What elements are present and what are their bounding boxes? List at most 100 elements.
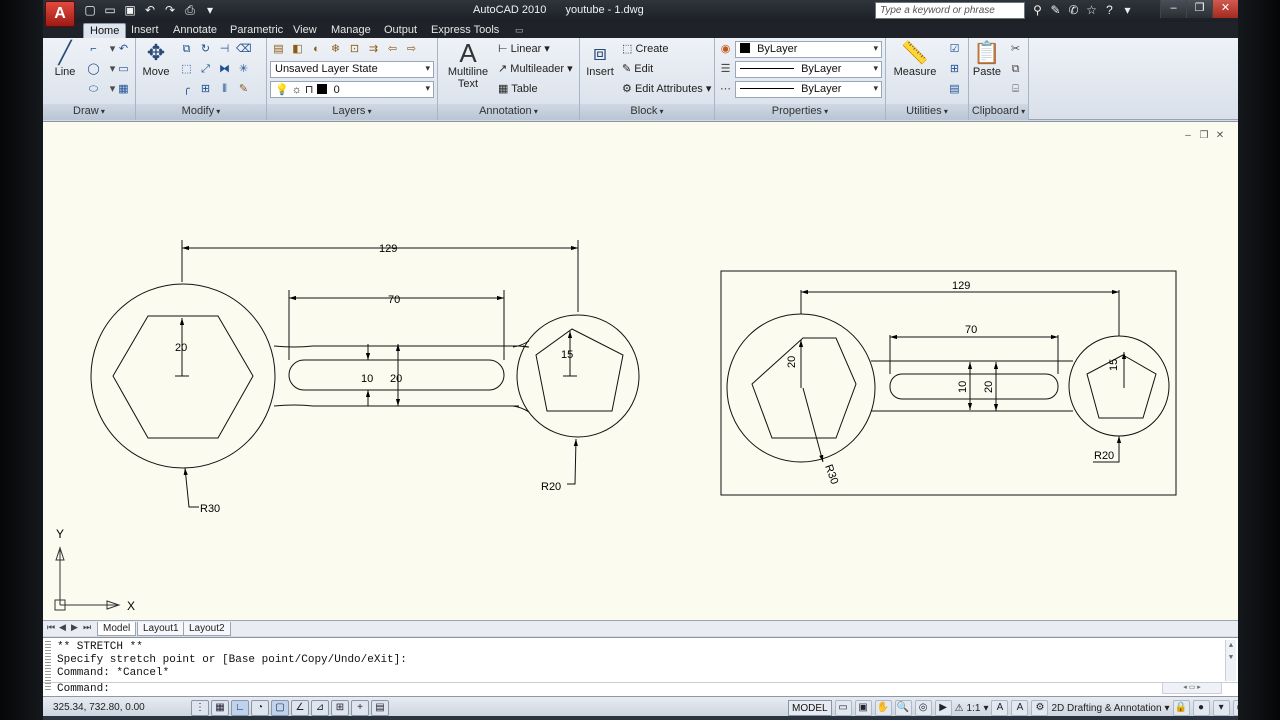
rectangle-icon[interactable]: ▭ — [115, 61, 132, 78]
isolate-objects-icon[interactable]: ● — [1192, 700, 1210, 716]
dynamic-ucs-icon[interactable]: ⊿ — [311, 700, 329, 716]
quick-view-layouts-icon[interactable]: ▭ — [834, 700, 852, 716]
select-all-icon[interactable]: ⊞ — [946, 61, 963, 78]
annotation-scale[interactable]: 1:1 — [967, 703, 981, 714]
help-search-input[interactable]: Type a keyword or phrase — [875, 2, 1025, 19]
new-file-icon[interactable]: ▢ — [81, 2, 99, 19]
fillet-icon[interactable]: ╭ — [178, 81, 195, 98]
first-tab-icon[interactable]: ⏮ — [47, 622, 55, 633]
tab-home[interactable]: Home — [83, 23, 127, 38]
scale-icon[interactable]: ⤢ — [197, 61, 214, 78]
zoom-icon[interactable]: 🔍 — [894, 700, 912, 716]
minimize-icon[interactable]: – — [1160, 0, 1186, 18]
edit-block-button[interactable]: ✎ Edit — [622, 62, 653, 75]
last-tab-icon[interactable]: ⏭ — [83, 622, 91, 633]
clipboard-panel-title[interactable]: Clipboard — [969, 104, 1028, 120]
ortho-mode-icon[interactable]: ∟ — [231, 700, 249, 716]
tab-insert[interactable]: Insert — [125, 23, 165, 38]
layer-off-icon[interactable]: ◐ — [308, 41, 325, 58]
color-select[interactable]: ByLayer — [735, 41, 882, 58]
table-button[interactable]: ▦ Table — [498, 82, 538, 95]
plot-icon[interactable]: ⎙ — [181, 2, 199, 19]
object-snap-icon[interactable]: ▢ — [271, 700, 289, 716]
line-button[interactable]: ╱ Line — [49, 40, 81, 78]
linetype-select[interactable]: ByLayer — [735, 81, 882, 98]
explode-icon[interactable]: ✳ — [235, 61, 252, 78]
help-dropdown-icon[interactable]: ▾ — [1119, 2, 1136, 19]
tab-output[interactable]: Output — [378, 23, 423, 38]
color-wheel-icon[interactable]: ◉ — [717, 41, 734, 58]
subscription-icon[interactable]: ✎ — [1047, 2, 1064, 19]
ribbon-minimize-icon[interactable]: ▭ — [509, 23, 530, 38]
multileader-button[interactable]: ↗ Multileader ▾ — [498, 62, 573, 75]
command-input-row[interactable]: Command: — [43, 682, 1238, 696]
layer-iso-icon[interactable]: ◧ — [289, 41, 306, 58]
properties-panel-title[interactable]: Properties — [715, 104, 885, 120]
layers-panel-title[interactable]: Layers — [267, 104, 437, 120]
measure-button[interactable]: 📏 Measure — [890, 40, 940, 78]
layer-lock-icon[interactable]: ⊡ — [346, 41, 363, 58]
current-layer-select[interactable]: 💡 ☼ ⊓ 0 — [270, 81, 434, 98]
draw-panel-title[interactable]: Draw — [43, 104, 135, 120]
edit-pen-icon[interactable]: ✎ — [235, 81, 252, 98]
offset-icon[interactable]: ⫴ — [216, 81, 233, 98]
tab-layout1[interactable]: Layout1 — [137, 622, 185, 636]
layer-state-select[interactable]: Unsaved Layer State — [270, 61, 434, 78]
erase-icon[interactable]: ⌫ — [235, 41, 252, 58]
multiline-text-button[interactable]: A Multiline Text — [442, 40, 494, 90]
communication-icon[interactable]: ✆ — [1065, 2, 1082, 19]
restore-icon[interactable]: ❐ — [1186, 0, 1212, 18]
command-scrollbar[interactable]: ▲ ▼ — [1225, 640, 1236, 681]
annotation-scale-dropdown-icon[interactable]: ▾ — [983, 703, 988, 714]
arc-icon[interactable]: ↶ — [115, 41, 132, 58]
utilities-panel-title[interactable]: Utilities — [886, 104, 968, 120]
quick-view-drawings-icon[interactable]: ▣ — [854, 700, 872, 716]
tab-layout2[interactable]: Layout2 — [183, 622, 231, 636]
tab-parametric[interactable]: Parametric — [224, 23, 289, 38]
annotation-visibility-icon[interactable]: A — [991, 700, 1009, 716]
binoculars-icon[interactable]: ⚲ — [1029, 2, 1046, 19]
application-menu-button[interactable]: A — [45, 1, 75, 27]
lineweight-select[interactable]: ByLayer — [735, 61, 882, 78]
polyline-icon[interactable]: ⌐ — [85, 41, 102, 58]
layer-freeze-icon[interactable]: ❄ — [327, 41, 344, 58]
next-tab-icon[interactable]: ▶ — [71, 622, 78, 633]
command-horizontal-scrollbar[interactable]: ◂ ▭ ▸ — [1162, 682, 1222, 694]
snap-mode-icon[interactable]: ⋮ — [191, 700, 209, 716]
calculator-icon[interactable]: ▤ — [946, 81, 963, 98]
tab-express-tools[interactable]: Express Tools — [425, 23, 505, 38]
quick-select-icon[interactable]: ☑ — [946, 41, 963, 58]
linear-dimension-button[interactable]: ⊢ Linear ▾ — [498, 42, 550, 55]
trim-icon[interactable]: ⊣ — [216, 41, 233, 58]
help-icon[interactable]: ? — [1101, 2, 1118, 19]
layer-walk-icon[interactable]: ⇨ — [403, 41, 420, 58]
redo-icon[interactable]: ↷ — [161, 2, 179, 19]
cut-icon[interactable]: ✂ — [1007, 41, 1024, 58]
linetype-icon[interactable]: ⋯ — [717, 81, 734, 98]
ellipse-icon[interactable]: ⬭ — [85, 81, 102, 98]
annotation-panel-title[interactable]: Annotation — [438, 104, 579, 120]
layer-match-icon[interactable]: ⇉ — [365, 41, 382, 58]
qat-dropdown-icon[interactable]: ▾ — [201, 2, 219, 19]
grid-display-icon[interactable]: ▦ — [211, 700, 229, 716]
rotate-icon[interactable]: ↻ — [197, 41, 214, 58]
object-snap-tracking-icon[interactable]: ∠ — [291, 700, 309, 716]
tab-manage[interactable]: Manage — [325, 23, 377, 38]
create-block-button[interactable]: ⬚ Create — [622, 42, 669, 55]
status-bar-menu-icon[interactable]: ▾ — [1212, 700, 1230, 716]
paste-button[interactable]: 📋 Paste — [971, 40, 1003, 78]
tab-model[interactable]: Model — [97, 622, 137, 636]
lineweight-icon[interactable]: ☰ — [717, 61, 734, 78]
dynamic-input-icon[interactable]: ⊞ — [331, 700, 349, 716]
edit-attributes-button[interactable]: ⚙ Edit Attributes ▾ — [622, 82, 711, 95]
prev-tab-icon[interactable]: ◀ — [59, 622, 66, 633]
lineweight-toggle-icon[interactable]: + — [351, 700, 369, 716]
drawing-canvas[interactable]: – ❐ ✕ 129 70 20 10 20 15 R30 R20 129 70 … — [43, 121, 1238, 620]
model-space-toggle[interactable]: MODEL — [788, 700, 832, 716]
hatch-icon[interactable]: ▦ — [115, 81, 132, 98]
quick-properties-icon[interactable]: ▤ — [371, 700, 389, 716]
lock-ui-icon[interactable]: 🔒 — [1172, 700, 1190, 716]
stretch-icon[interactable]: ⬚ — [178, 61, 195, 78]
mirror-icon[interactable]: ⧓ — [216, 61, 233, 78]
close-icon[interactable]: ✕ — [1212, 0, 1238, 18]
